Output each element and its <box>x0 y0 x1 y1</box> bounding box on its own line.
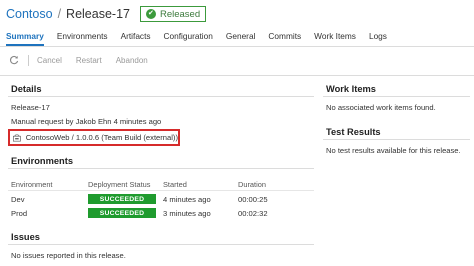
toolbar-divider <box>0 75 474 76</box>
tab-artifacts[interactable]: Artifacts <box>121 31 151 45</box>
duration-value: 00:00:25 <box>238 195 268 204</box>
toolbar-separator <box>28 54 29 66</box>
tab-environments[interactable]: Environments <box>57 31 108 45</box>
status-badge: SUCCEEDED <box>88 208 156 218</box>
breadcrumb-project-link[interactable]: Contoso <box>6 7 53 21</box>
abandon-button[interactable]: Abandon <box>116 56 148 65</box>
breadcrumb-separator: / <box>57 7 62 21</box>
duration-value: 00:02:32 <box>238 209 268 218</box>
tab-summary[interactable]: Summary <box>6 31 44 46</box>
issues-message: No issues reported in this release. <box>11 251 126 260</box>
tab-logs[interactable]: Logs <box>369 31 387 45</box>
release-name: Release-17 <box>11 103 50 112</box>
build-icon <box>13 133 21 142</box>
test-results-heading: Test Results <box>326 127 381 137</box>
artifact-highlight: ContosoWeb / 1.0.0.6 (Team Build (extern… <box>8 129 180 146</box>
column-header-started: Started <box>163 180 187 189</box>
tab-commits[interactable]: Commits <box>268 31 301 45</box>
tab-general[interactable]: General <box>226 31 256 45</box>
cancel-button[interactable]: Cancel <box>37 56 62 65</box>
environments-divider <box>8 168 314 169</box>
tab-divider <box>0 46 474 47</box>
check-icon: ✔ <box>145 9 156 19</box>
restart-button[interactable]: Restart <box>76 56 102 65</box>
started-time: 3 minutes ago <box>163 209 211 218</box>
issues-divider <box>8 244 314 245</box>
tab-work-items[interactable]: Work Items <box>314 31 356 45</box>
environments-heading: Environments <box>11 156 73 166</box>
column-header-environment: Environment <box>11 180 53 189</box>
page-title: Release-17 <box>66 7 130 21</box>
test-results-divider <box>323 139 470 140</box>
tab-bar: Summary Environments Artifacts Configura… <box>6 31 400 46</box>
status-badge: SUCCEEDED <box>88 194 156 204</box>
release-status-badge: ✔ Released <box>139 6 207 22</box>
environment-name[interactable]: Prod <box>11 209 27 218</box>
artifact-link[interactable]: ContosoWeb / 1.0.0.6 (Team Build (extern… <box>26 133 178 142</box>
toolbar: Cancel Restart Abandon <box>8 53 162 67</box>
details-heading: Details <box>11 84 42 94</box>
tab-configuration[interactable]: Configuration <box>164 31 213 45</box>
column-header-duration: Duration <box>238 180 266 189</box>
release-requested-by: Manual request by Jakob Ehn 4 minutes ag… <box>11 117 162 126</box>
column-header-deployment-status: Deployment Status <box>88 180 151 189</box>
refresh-icon[interactable] <box>8 54 20 66</box>
work-items-message: No associated work items found. <box>326 103 436 112</box>
environment-name[interactable]: Dev <box>11 195 25 204</box>
release-status-label: Released <box>159 8 201 20</box>
breadcrumb: Contoso / Release-17 ✔ Released <box>6 5 207 23</box>
issues-heading: Issues <box>11 232 40 242</box>
release-summary-page: Contoso / Release-17 ✔ Released Summary … <box>0 0 474 266</box>
test-results-message: No test results available for this relea… <box>326 146 461 155</box>
details-divider <box>8 96 314 97</box>
work-items-divider <box>323 96 470 97</box>
work-items-heading: Work Items <box>326 84 376 94</box>
table-header-divider <box>8 190 314 191</box>
started-time: 4 minutes ago <box>163 195 211 204</box>
